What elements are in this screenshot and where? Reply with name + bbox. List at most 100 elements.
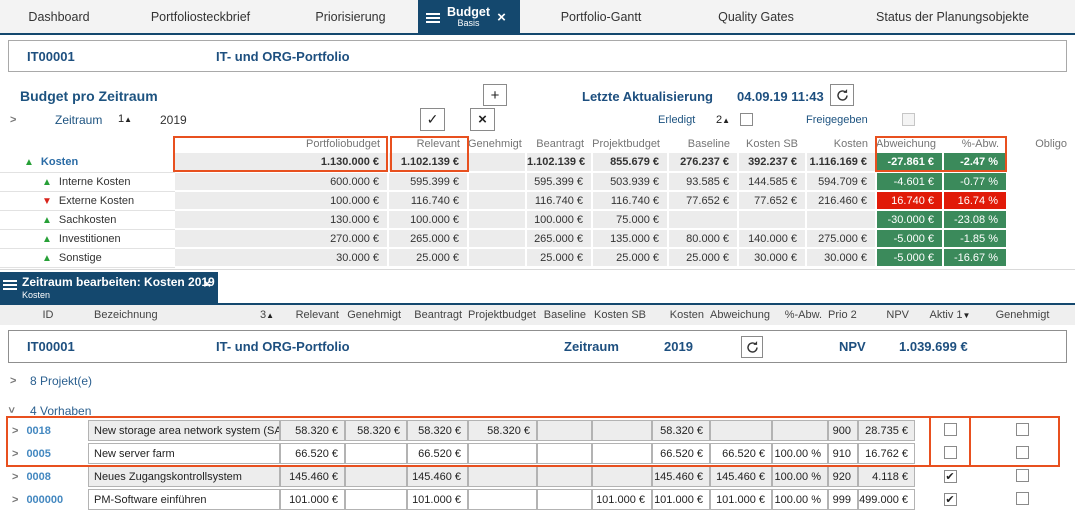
cell[interactable]: 66.520 €	[407, 443, 468, 464]
cell[interactable]: 145.460 €	[280, 466, 345, 487]
tab-quality-gates[interactable]: Quality Gates	[682, 0, 830, 33]
cell[interactable]: 58.320 €	[468, 420, 537, 441]
prio-sort-indicator[interactable]: 2▼	[851, 309, 858, 321]
aktiv-checkbox[interactable]	[944, 470, 957, 483]
close-icon[interactable]: ×	[203, 277, 211, 290]
col-pct-abw[interactable]: %-Abw.	[943, 137, 1007, 153]
refresh-button[interactable]	[741, 336, 763, 358]
dcol-relevant[interactable]: Relevant	[280, 307, 345, 323]
zeitraum-value[interactable]: 2019	[160, 113, 187, 127]
erledigt-sort-indicator[interactable]: 2▲	[716, 114, 730, 126]
cell[interactable]: 66.520 €	[280, 443, 345, 464]
tab-budget-active[interactable]: Budget Basis ×	[418, 0, 520, 35]
item-id-link[interactable]: 000000	[26, 494, 63, 506]
cell-npv[interactable]: 16.762 €	[858, 443, 915, 464]
dcol-genehmigt[interactable]: Genehmigt	[345, 307, 407, 323]
cell[interactable]	[345, 443, 407, 464]
cell[interactable]: 145.460 €	[407, 466, 468, 487]
col-projektbudget[interactable]: Projektbudget	[592, 137, 668, 153]
chevron-right-icon[interactable]: >	[12, 471, 18, 483]
aktiv-checkbox[interactable]	[944, 423, 957, 436]
aktiv-checkbox[interactable]	[944, 493, 957, 506]
cell[interactable]	[468, 443, 537, 464]
hamburger-icon[interactable]	[3, 280, 17, 290]
close-icon[interactable]: ×	[497, 10, 506, 25]
dcol-kosten-sb[interactable]: Kosten SB	[592, 307, 652, 323]
cell-prio[interactable]: 910	[828, 443, 858, 464]
cell[interactable]	[592, 466, 652, 487]
tab-portfoliosteckbrief[interactable]: Portfoliosteckbrief	[118, 0, 283, 33]
edit-tab[interactable]: Zeitraum bearbeiten: Kosten 2019 Kosten …	[0, 272, 218, 303]
cell[interactable]	[468, 489, 537, 510]
cell[interactable]: 58.320 €	[345, 420, 407, 441]
row-label-kosten[interactable]: Kosten	[41, 156, 78, 168]
col-relevant[interactable]: Relevant	[388, 137, 468, 153]
col-abweichung[interactable]: Abweichung	[876, 137, 943, 153]
item-id-link[interactable]: 0005	[26, 448, 50, 460]
row-label[interactable]: Investitionen	[59, 233, 121, 245]
cell[interactable]: 145.460 €	[710, 466, 772, 487]
cell[interactable]: 100.00 %	[772, 443, 828, 464]
row-label[interactable]: Externe Kosten	[59, 195, 134, 207]
dcol-abweichung[interactable]: Abweichung	[710, 307, 772, 323]
cell[interactable]: 101.000 €	[710, 489, 772, 510]
group-vorhaben[interactable]: 4 Vorhaben	[30, 404, 91, 418]
col-beantragt[interactable]: Beantragt	[526, 137, 592, 153]
dcol-beantragt[interactable]: Beantragt	[407, 307, 468, 323]
dcol-kosten[interactable]: Kosten	[652, 307, 710, 323]
col-kosten[interactable]: Kosten	[806, 137, 876, 153]
dcol-pct-abw[interactable]: %-Abw.	[772, 307, 828, 323]
freigegeben-checkbox[interactable]	[902, 113, 915, 126]
tab-dashboard[interactable]: Dashboard	[0, 0, 118, 33]
zeitraum-sort-indicator[interactable]: 1▲	[118, 113, 132, 125]
zeitraum-label[interactable]: Zeitraum	[55, 113, 102, 127]
tab-portfolio-gantt[interactable]: Portfolio-Gantt	[520, 0, 682, 33]
dcol-genehmigt2[interactable]: Genehmigt	[985, 307, 1060, 323]
col-obligo[interactable]: Obligo	[1007, 137, 1075, 153]
dcol-prio[interactable]: Prio 2▼	[828, 307, 858, 323]
item-name-cell[interactable]: PM-Software einführen	[88, 489, 280, 510]
chevron-down-icon[interactable]: >	[5, 407, 17, 413]
dcol-bezeichnung[interactable]: Bezeichnung3▲	[88, 307, 280, 323]
cell[interactable]	[345, 489, 407, 510]
cell[interactable]	[468, 466, 537, 487]
genehmigt-checkbox[interactable]	[1016, 492, 1029, 505]
hamburger-icon[interactable]	[426, 13, 440, 23]
cell-prio[interactable]: 999	[828, 489, 858, 510]
cell[interactable]: 145.460 €	[652, 466, 710, 487]
chevron-right-icon[interactable]: >	[12, 448, 18, 460]
cell[interactable]	[537, 489, 592, 510]
cell[interactable]: 101.000 €	[652, 489, 710, 510]
cell[interactable]	[592, 420, 652, 441]
row-label[interactable]: Interne Kosten	[59, 176, 131, 188]
cell-prio[interactable]: 920	[828, 466, 858, 487]
cell[interactable]: 58.320 €	[280, 420, 345, 441]
cell-prio[interactable]: 900	[828, 420, 858, 441]
col-portfoliobudget[interactable]: Portfoliobudget	[175, 137, 388, 153]
genehmigt-checkbox[interactable]	[1016, 469, 1029, 482]
bezeichnung-sort-indicator[interactable]: 3▲	[260, 309, 274, 321]
col-kosten-sb[interactable]: Kosten SB	[738, 137, 806, 153]
cell[interactable]: 66.520 €	[652, 443, 710, 464]
cell[interactable]	[537, 443, 592, 464]
item-name-cell[interactable]: New storage area network system (SAN)	[88, 420, 280, 441]
chevron-right-icon[interactable]: >	[10, 375, 16, 387]
item-name-cell[interactable]: Neues Zugangskontrollsystem	[88, 466, 280, 487]
chevron-right-icon[interactable]: >	[12, 425, 18, 437]
cell[interactable]: 66.520 €	[710, 443, 772, 464]
refresh-button[interactable]	[830, 84, 854, 106]
cell[interactable]	[537, 466, 592, 487]
confirm-button[interactable]: ✓	[420, 108, 445, 131]
dcol-aktiv[interactable]: Aktiv 1▼	[915, 307, 985, 323]
row-label[interactable]: Sonstige	[59, 252, 102, 264]
tab-priorisierung[interactable]: Priorisierung	[283, 0, 418, 33]
dcol-npv[interactable]: NPV	[858, 307, 915, 323]
add-button[interactable]: +	[483, 84, 507, 106]
genehmigt-checkbox[interactable]	[1016, 446, 1029, 459]
zeitraum-value[interactable]: 2019	[664, 339, 693, 354]
cell[interactable]	[710, 420, 772, 441]
aktiv-checkbox[interactable]	[944, 446, 957, 459]
col-genehmigt[interactable]: Genehmigt	[468, 137, 526, 153]
genehmigt-checkbox[interactable]	[1016, 423, 1029, 436]
cell[interactable]	[772, 420, 828, 441]
